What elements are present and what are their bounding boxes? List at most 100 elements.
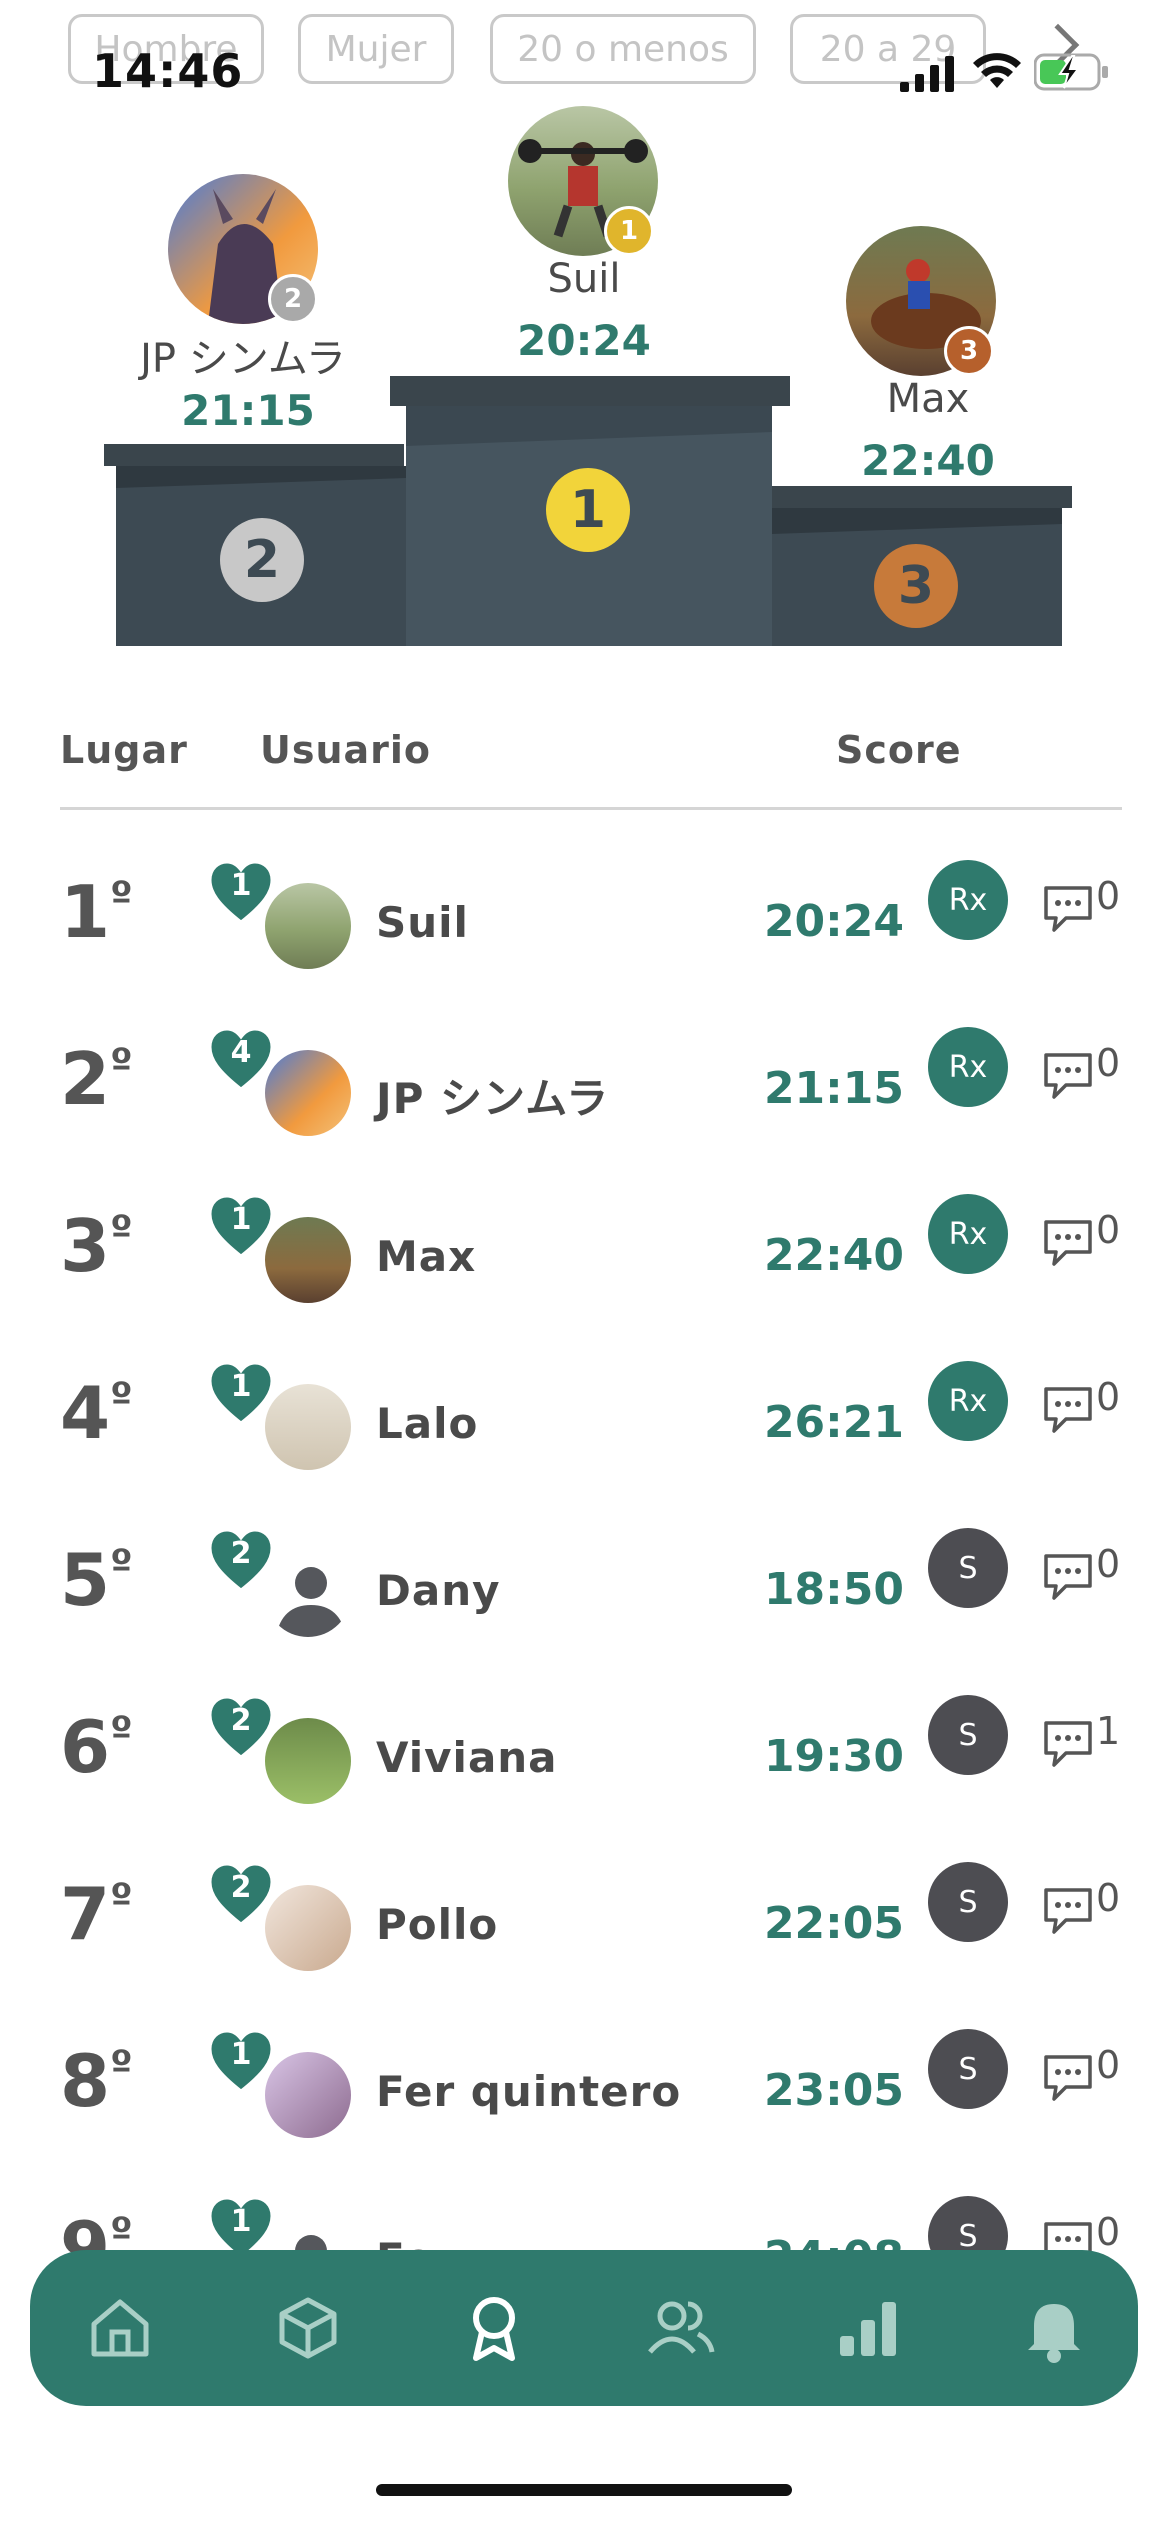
podium-first-name: Suil: [547, 256, 621, 302]
row-username[interactable]: Suil: [376, 898, 469, 947]
podium-rank-2-badge: 2: [220, 518, 304, 602]
row-username[interactable]: Fer quintero: [376, 2067, 681, 2116]
podium-second-score: 21:15: [181, 386, 315, 435]
table-row[interactable]: 4º 1 Lalo 26:21 Rx 0: [0, 1361, 1170, 1529]
like-heart-icon[interactable]: 1: [208, 1194, 274, 1258]
users-icon[interactable]: [642, 2290, 718, 2366]
like-heart-icon[interactable]: 1: [208, 1361, 274, 1425]
podium-first-medal-icon: 1: [604, 206, 654, 256]
comment-count: 0: [1096, 2043, 1121, 2087]
table-row[interactable]: 8º 1 Fer quintero 23:05 S 0: [0, 2029, 1170, 2197]
comment-icon[interactable]: [1040, 880, 1096, 936]
signal-icon: [900, 56, 954, 92]
row-avatar[interactable]: [262, 1882, 354, 1974]
row-username[interactable]: Max: [376, 1232, 476, 1281]
division-badge: Rx: [928, 1194, 1008, 1274]
division-badge: Rx: [928, 860, 1008, 940]
row-place-number: 7: [60, 1872, 111, 1956]
table-row[interactable]: 5º 2 Dany 18:50 S 0: [0, 1528, 1170, 1696]
comment-count: 0: [1096, 1375, 1121, 1419]
podium-rank-1-badge: 1: [546, 468, 630, 552]
award-icon[interactable]: [456, 2290, 532, 2366]
home-icon[interactable]: [82, 2290, 158, 2366]
like-heart-icon[interactable]: 2: [208, 1862, 274, 1926]
row-place-number: 3: [60, 1204, 111, 1288]
podium-third-score: 22:40: [861, 436, 995, 485]
row-username[interactable]: Dany: [376, 1566, 500, 1615]
row-place-suffix: º: [110, 1208, 133, 1254]
row-avatar[interactable]: [262, 1047, 354, 1139]
status-bar: 14:46: [0, 0, 1170, 120]
row-place-suffix: º: [110, 1542, 133, 1588]
row-place-suffix: º: [110, 1041, 133, 1087]
comment-icon[interactable]: [1040, 1548, 1096, 1604]
comment-count: 0: [1096, 1876, 1121, 1920]
row-username[interactable]: Lalo: [376, 1399, 478, 1448]
wifi-icon: [973, 53, 1021, 88]
row-place-number: 1: [60, 870, 111, 954]
row-place: 6º: [60, 1705, 133, 1789]
column-header-score: Score: [836, 728, 962, 772]
column-header-place: Lugar: [60, 728, 188, 772]
row-place-suffix: º: [110, 1876, 133, 1922]
row-score: 18:50: [763, 1564, 904, 1615]
like-heart-icon[interactable]: 1: [208, 860, 274, 924]
division-badge: S: [928, 1862, 1008, 1942]
row-place-suffix: º: [110, 874, 133, 920]
comment-count: 1: [1096, 1709, 1121, 1753]
battery-charging-icon: [1034, 53, 1108, 91]
like-heart-icon[interactable]: 2: [208, 1528, 274, 1592]
division-badge: S: [928, 1695, 1008, 1775]
chart-icon[interactable]: [830, 2290, 906, 2366]
bell-icon[interactable]: [1016, 2290, 1092, 2366]
column-header-user: Usuario: [260, 728, 432, 772]
row-username[interactable]: Pollo: [376, 1900, 498, 1949]
like-heart-icon[interactable]: 1: [208, 2029, 274, 2093]
comment-icon[interactable]: [1040, 1047, 1096, 1103]
row-place: 4º: [60, 1371, 133, 1455]
division-badge: Rx: [928, 1027, 1008, 1107]
row-score: 21:15: [763, 1063, 904, 1114]
table-row[interactable]: 2º 4 JP シンムラ 21:15 Rx 0: [0, 1027, 1170, 1195]
table-row[interactable]: 3º 1 Max 22:40 Rx 0: [0, 1194, 1170, 1362]
box-icon[interactable]: [270, 2290, 346, 2366]
comment-icon[interactable]: [1040, 1381, 1096, 1437]
comment-count: 0: [1096, 1542, 1121, 1586]
row-place-number: 5: [60, 1538, 111, 1622]
row-place: 3º: [60, 1204, 133, 1288]
table-row[interactable]: 6º 2 Viviana 19:30 S 1: [0, 1695, 1170, 1863]
table-row[interactable]: 1º 1 Suil 20:24 Rx 0: [0, 860, 1170, 1028]
row-avatar[interactable]: [262, 1548, 354, 1640]
like-heart-icon[interactable]: 4: [208, 1027, 274, 1091]
row-score: 22:05: [763, 1898, 904, 1949]
like-count: 1: [230, 2037, 252, 2072]
row-place: 5º: [60, 1538, 133, 1622]
comment-icon[interactable]: [1040, 1715, 1096, 1771]
row-username[interactable]: Viviana: [376, 1733, 558, 1782]
row-score: 23:05: [763, 2065, 904, 2116]
row-avatar[interactable]: [262, 2049, 354, 2141]
comment-count: 0: [1096, 1041, 1121, 1085]
comment-icon[interactable]: [1040, 1882, 1096, 1938]
like-count: 1: [230, 1202, 252, 1237]
row-score: 20:24: [763, 896, 904, 947]
header-divider: [60, 807, 1122, 810]
row-username[interactable]: JP シンムラ: [376, 1065, 609, 1126]
comment-icon[interactable]: [1040, 1214, 1096, 1270]
row-avatar[interactable]: [262, 1715, 354, 1807]
row-avatar[interactable]: [262, 1214, 354, 1306]
table-row[interactable]: 7º 2 Pollo 22:05 S 0: [0, 1862, 1170, 2030]
division-badge: Rx: [928, 1361, 1008, 1441]
row-place-number: 8: [60, 2039, 111, 2123]
row-place: 1º: [60, 870, 133, 954]
home-indicator: [376, 2484, 792, 2496]
comment-count: 0: [1096, 2210, 1121, 2254]
podium-second-name: JP シンムラ: [140, 336, 346, 382]
row-avatar[interactable]: [262, 880, 354, 972]
comment-icon[interactable]: [1040, 2049, 1096, 2105]
like-count: 1: [230, 868, 252, 903]
like-heart-icon[interactable]: 2: [208, 1695, 274, 1759]
row-place-suffix: º: [110, 2043, 133, 2089]
podium-third-name: Max: [886, 376, 970, 422]
row-avatar[interactable]: [262, 1381, 354, 1473]
